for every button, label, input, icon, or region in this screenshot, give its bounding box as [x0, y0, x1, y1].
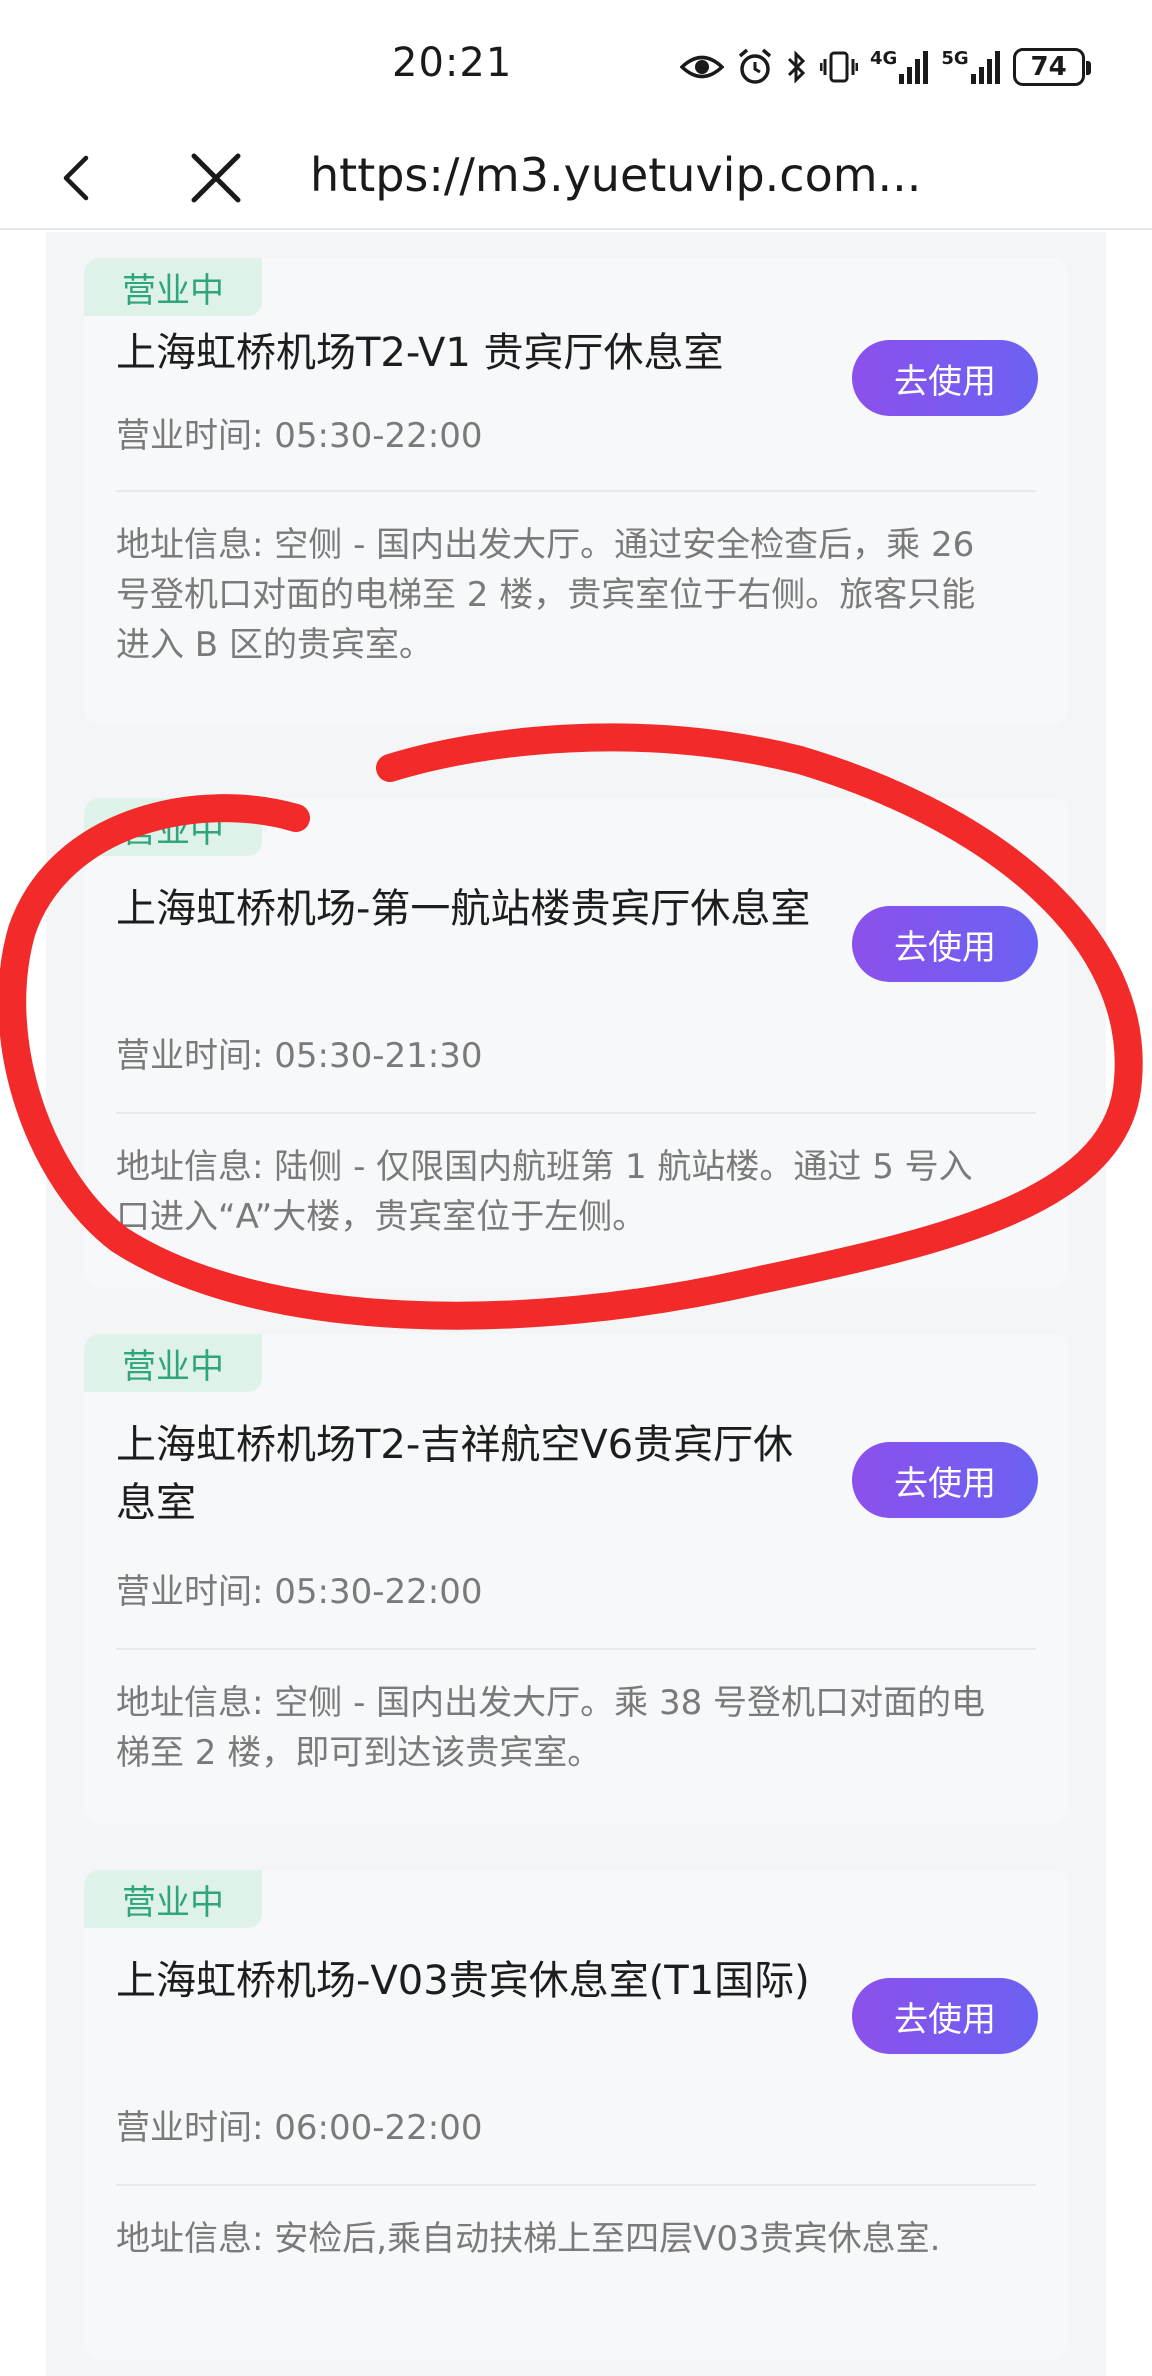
business-hours: 营业时间: 05:30-22:00 — [116, 1572, 483, 1612]
close-icon[interactable] — [184, 146, 248, 210]
signal-5g-icon: 5G — [941, 50, 1000, 84]
url-text[interactable]: https://m3.yuetuvip.com... — [310, 148, 921, 202]
battery-level: 74 — [1030, 52, 1067, 82]
use-button[interactable]: 去使用 — [852, 906, 1038, 982]
status-badge: 营业中 — [84, 1334, 262, 1392]
business-hours: 营业时间: 05:30-21:30 — [116, 1036, 483, 1076]
status-icons: 4G 5G 74 — [680, 42, 1091, 92]
business-hours: 营业时间: 06:00-22:00 — [116, 2108, 483, 2148]
status-badge: 营业中 — [84, 258, 262, 316]
status-badge: 营业中 — [84, 1870, 262, 1928]
address-info: 地址信息: 陆侧 - 仅限国内航班第 1 航站楼。通过 5 号入口进入“A”大楼… — [116, 1147, 973, 1237]
status-time: 20:21 — [392, 40, 513, 86]
lounge-card: 营业中 上海虹桥机场T2-吉祥航空V6贵宾厅休息室 去使用 营业时间: 05:3… — [84, 1334, 1068, 1824]
use-button[interactable]: 去使用 — [852, 1442, 1038, 1518]
use-button[interactable]: 去使用 — [852, 1978, 1038, 2054]
lounge-title: 上海虹桥机场T2-吉祥航空V6贵宾厅休息室 — [116, 1422, 794, 1526]
lounge-list[interactable]: 营业中 上海虹桥机场T2-V1 贵宾厅休息室 去使用 营业时间: 05:30-2… — [46, 232, 1106, 2376]
divider — [116, 2184, 1036, 2186]
vibrate-icon — [820, 49, 858, 85]
signal-4g-icon: 4G — [870, 50, 929, 84]
use-button[interactable]: 去使用 — [852, 340, 1038, 416]
browser-nav-bar: https://m3.yuetuvip.com... — [0, 130, 1152, 230]
divider — [116, 490, 1036, 492]
divider — [116, 1648, 1036, 1650]
address-info: 地址信息: 安检后,乘自动扶梯上至四层V03贵宾休息室. — [116, 2219, 941, 2259]
net-label-4g: 4G — [870, 48, 898, 69]
back-icon[interactable] — [52, 148, 108, 208]
alarm-icon — [736, 48, 774, 86]
lounge-title: 上海虹桥机场-第一航站楼贵宾厅休息室 — [116, 886, 811, 932]
battery-icon: 74 — [1012, 48, 1091, 86]
lounge-card: 营业中 上海虹桥机场T2-V1 贵宾厅休息室 去使用 营业时间: 05:30-2… — [84, 258, 1068, 724]
lounge-card: 营业中 上海虹桥机场-V03贵宾休息室(T1国际) 去使用 营业时间: 06:0… — [84, 1870, 1068, 2360]
address-info: 地址信息: 空侧 - 国内出发大厅。乘 38 号登机口对面的电梯至 2 楼，即可… — [116, 1683, 986, 1773]
bluetooth-icon — [786, 49, 808, 85]
lounge-card: 营业中 上海虹桥机场-第一航站楼贵宾厅休息室 去使用 营业时间: 05:30-2… — [84, 798, 1068, 1288]
lounge-title: 上海虹桥机场T2-V1 贵宾厅休息室 — [116, 330, 724, 376]
status-bar: 20:21 4G 5G 74 — [0, 0, 1152, 130]
divider — [116, 1112, 1036, 1114]
net-label-5g: 5G — [941, 48, 969, 69]
lounge-title: 上海虹桥机场-V03贵宾休息室(T1国际) — [116, 1958, 810, 2004]
status-badge: 营业中 — [84, 798, 262, 856]
business-hours: 营业时间: 05:30-22:00 — [116, 416, 483, 456]
eye-icon — [680, 52, 724, 82]
address-info: 地址信息: 空侧 - 国内出发大厅。通过安全检查后，乘 26 号登机口对面的电梯… — [116, 525, 976, 665]
